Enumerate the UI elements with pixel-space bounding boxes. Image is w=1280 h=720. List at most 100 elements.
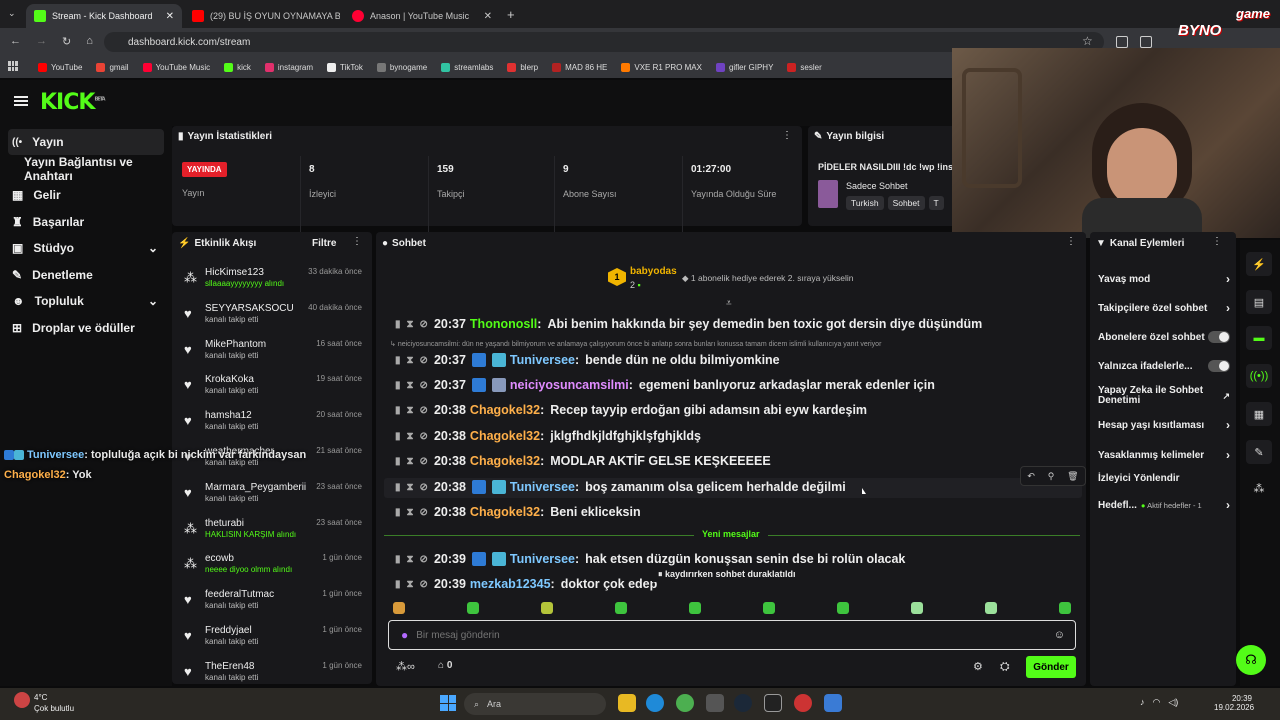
activity-more-icon[interactable]: ⋮ — [352, 236, 362, 247]
store-icon[interactable] — [706, 694, 724, 712]
delete-icon[interactable]: ▮ — [395, 554, 401, 565]
activity-event[interactable]: ♥ hamsha12 kanalı takip etti 20 saat önce — [180, 410, 366, 446]
chevron-down-icon[interactable]: ⩡ — [726, 298, 732, 309]
chat-message[interactable]: ▮ ⧗ ⊘ 20:37 Thononosll: Abi benim hakkında bi… — [395, 314, 982, 334]
delete-icon[interactable]: ▮ — [395, 355, 401, 366]
send-button[interactable]: Gönder — [1026, 656, 1076, 678]
tag-chip[interactable]: T — [928, 196, 944, 210]
delete-icon[interactable]: ▮ — [395, 319, 401, 330]
timeout-icon[interactable]: ⧗ — [407, 456, 414, 467]
volume-icon[interactable]: ◁) — [1168, 697, 1178, 708]
bookmark-item[interactable]: gmail — [96, 62, 129, 72]
community-rail-icon[interactable]: ⁂ — [1246, 476, 1272, 500]
close-tab-icon[interactable]: ✕ — [484, 11, 492, 22]
category-name[interactable]: Sadece Sohbet — [846, 181, 908, 191]
emote-icon[interactable] — [615, 602, 627, 614]
sidebar-item-moderation[interactable]: ✎ Denetleme — [8, 262, 164, 288]
activity-event[interactable]: ⁂ HicKimse123 sllaaaayyyyyyyy alındı 33 dak… — [180, 267, 366, 303]
activity-event[interactable]: ♥ Marmara_Peygamberii kanalı takip etti 23 … — [180, 482, 366, 518]
ban-icon[interactable]: ⊘ — [420, 554, 428, 565]
delete-icon[interactable]: ▮ — [395, 579, 401, 590]
action-ai-moderation[interactable]: Yapay Zeka ile Sohbet Denetimi ↗ — [1098, 386, 1230, 406]
filter-button[interactable]: Filtre — [312, 238, 336, 249]
bookmark-item[interactable]: sesler — [787, 62, 822, 72]
chat-message[interactable]: ▮ ⧗ ⊘ 20:38 Tuniversee: boş zamanım olsa geli… — [395, 477, 846, 497]
bookmark-item[interactable]: VXE R1 PRO MAX — [621, 62, 702, 72]
help-chat-icon[interactable]: ☊ — [1236, 645, 1266, 675]
wrench-rail-icon[interactable]: ✎ — [1246, 440, 1272, 464]
weather-temp[interactable]: 4°C — [34, 693, 47, 702]
new-tab-icon[interactable]: + — [507, 7, 515, 22]
chat-message[interactable]: ▮ ⧗ ⊘ 20:38 Chagokel32: MODLAR AKTİF GELSE KE… — [395, 451, 771, 471]
chat-input-box[interactable]: ● ☺ — [388, 620, 1076, 650]
document-rail-icon[interactable]: ▤ — [1246, 290, 1272, 314]
clock[interactable]: 20:39 19.02.2026 — [1214, 694, 1254, 712]
chat-input[interactable] — [416, 629, 1046, 641]
sidebar-item-achievements[interactable]: ♜ Başarılar — [8, 209, 164, 235]
edge-icon[interactable] — [646, 694, 664, 712]
activity-event[interactable]: ♥ MikePhantom kanalı takip etti 16 saat önc… — [180, 339, 366, 375]
timeout-icon[interactable]: ⧗ — [407, 507, 414, 518]
steam-icon[interactable] — [734, 694, 752, 712]
message-username[interactable]: mezkab12345 — [470, 577, 551, 591]
action-emotes-only[interactable]: Yalnızca ifadelerle... — [1098, 360, 1230, 372]
message-username[interactable]: Chagokel32 — [470, 403, 540, 417]
chat-message[interactable]: ▮ ⧗ ⊘ 20:39 mezkab12345: doktor çok edep — [395, 574, 657, 594]
chat-message[interactable]: ▮ ⧗ ⊘ 20:38 Chagokel32: Recep tayyip erdoğan … — [395, 400, 867, 420]
tab-kick-dashboard[interactable]: Stream - Kick Dashboard ✕ — [26, 4, 182, 28]
epic-games-icon[interactable] — [764, 694, 782, 712]
delete-icon[interactable]: ▮ — [395, 456, 401, 467]
broadcast-rail-icon[interactable]: ((•)) — [1246, 364, 1272, 388]
tab-youtube[interactable]: (29) BU İŞ OYUN OYNAMAYA B ✕ — [184, 4, 340, 28]
forward-icon[interactable]: → — [36, 35, 47, 48]
emote-icon[interactable] — [689, 602, 701, 614]
sidebar-item-yayin[interactable]: ((• Yayın — [8, 129, 164, 155]
menu-icon[interactable] — [14, 96, 28, 106]
microphone-icon[interactable]: ● — [401, 628, 408, 642]
activity-event[interactable]: ⁂ theturabi HAKLISIN KARŞIM alındı 23 saat … — [180, 518, 366, 554]
emote-icon[interactable] — [1059, 602, 1071, 614]
chat-message[interactable]: ▮ ⧗ ⊘ 20:38 Chagokel32: Beni ekliceksin — [395, 502, 641, 522]
sidebar-item-income[interactable]: ▦ Gelir — [8, 182, 164, 208]
screenshot-icon[interactable] — [1116, 36, 1128, 48]
delete-icon[interactable]: ▮ — [395, 507, 401, 518]
timeout-icon[interactable]: ⧗ — [407, 355, 414, 366]
chat-message[interactable]: ▮ ⧗ ⊘ 20:37 neiciyosuncamsilmi: egemeni banlı… — [395, 375, 935, 395]
ban-icon[interactable]: ⊘ — [420, 507, 428, 518]
message-username[interactable]: Tuniversee — [510, 353, 575, 367]
chrome-icon[interactable] — [676, 694, 694, 712]
weather-desc[interactable]: Çok bulutlu — [34, 704, 74, 713]
ban-icon[interactable]: ⊘ — [420, 355, 428, 366]
tab-youtube-music[interactable]: Anason | YouTube Music ✕ — [344, 4, 500, 28]
mod-shield-icon[interactable]: ⛭ — [1000, 659, 1010, 674]
message-username[interactable]: Chagokel32 — [470, 454, 540, 468]
action-raid[interactable]: İzleyici Yönlendir — [1098, 473, 1230, 484]
chat-paused-notice[interactable]: ⏸ kaydırırken sohbet duraklatıldı — [652, 567, 802, 582]
ban-icon[interactable]: ⊘ — [420, 405, 428, 416]
chat-message[interactable]: ▮ ⧗ ⊘ 20:39 Tuniversee: hak etsen düzgün konu… — [395, 549, 905, 569]
message-username[interactable]: Tuniversee — [510, 552, 575, 566]
delete-icon[interactable]: ▮ — [395, 405, 401, 416]
subscribers-only-toggle[interactable] — [1208, 331, 1230, 343]
chat-rail-icon[interactable]: ▬ — [1246, 326, 1272, 350]
timeout-icon[interactable]: ⧗ — [407, 431, 414, 442]
action-account-age[interactable]: Hesap yaşı kısıtlaması › — [1098, 418, 1230, 432]
ban-icon[interactable]: ⊘ — [420, 579, 428, 590]
bookmark-item[interactable]: gifler GIPHY — [715, 62, 773, 72]
layout-rail-icon[interactable]: ▦ — [1246, 402, 1272, 426]
chat-message[interactable]: ▮ ⧗ ⊘ 20:38 Chagokel32: jklgfhdkjldfghjklşfgh… — [395, 426, 701, 446]
ban-icon[interactable]: ⊘ — [420, 319, 428, 330]
timeout-icon[interactable]: ⧗ — [407, 380, 414, 391]
sidebar-item-community[interactable]: ☻ Topluluk ⌄ — [8, 288, 164, 314]
chat-message[interactable]: ▮ ⧗ ⊘ 20:37 Tuniversee: bende dün ne oldu bil… — [395, 350, 780, 370]
app-icon[interactable] — [824, 694, 842, 712]
timeout-icon[interactable]: ⧗ — [407, 405, 414, 416]
store-points[interactable]: ⌂ 0 — [438, 660, 452, 671]
action-goals[interactable]: Hedefl... ● Aktif hedefler - 1 › — [1098, 498, 1230, 512]
obs-icon[interactable] — [794, 694, 812, 712]
bookmark-item[interactable]: TikTok — [327, 62, 363, 72]
ban-icon[interactable]: ⊘ — [420, 380, 428, 391]
message-username[interactable]: neiciyosuncamsilmi — [510, 378, 629, 392]
extensions-icon[interactable] — [1140, 36, 1152, 48]
lightning-rail-icon[interactable]: ⚡ — [1246, 252, 1272, 276]
